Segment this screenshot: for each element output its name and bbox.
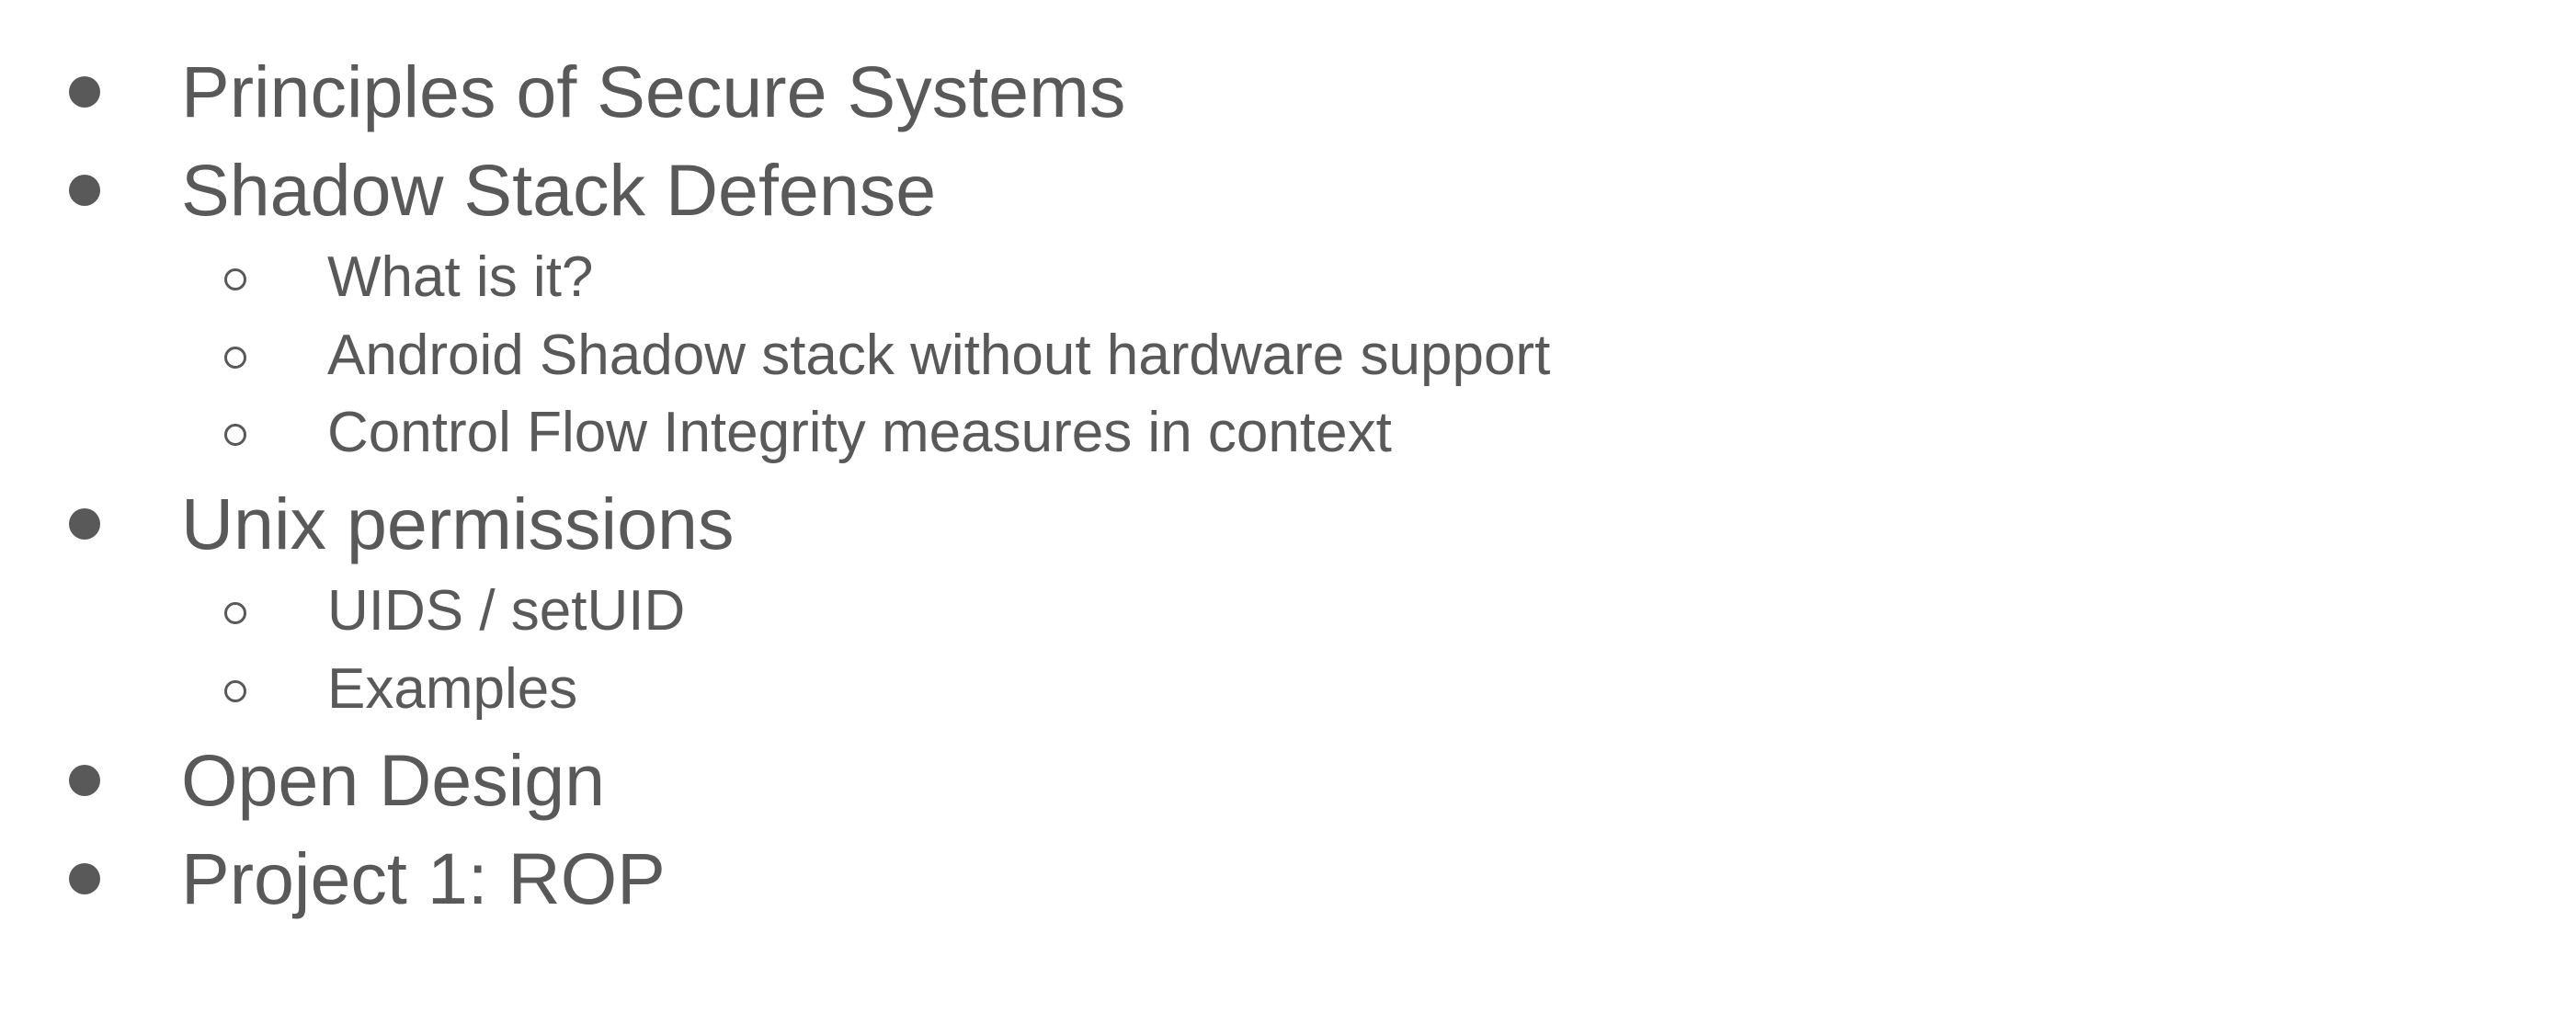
bullet-circle-icon [224,424,246,446]
bullet-text: Project 1: ROP [181,837,666,919]
bullet-dot-icon [69,508,100,540]
bullet-circle-icon [224,347,246,369]
sub-bullet-text: Control Flow Integrity measures in conte… [327,401,1392,464]
bullet-dot-icon [69,765,100,796]
sub-bullet-text: Android Shadow stack without hardware su… [327,324,1551,387]
bullet-circle-icon [224,602,246,624]
bullet-dot-icon [69,76,100,108]
sub-bullet-text: UIDS / setUID [327,579,686,643]
slide-bullet-list: Principles of Secure Systems Shadow Stac… [0,0,2576,1013]
bullet-text: Unix permissions [181,483,735,564]
bullet-dot-icon [69,175,100,206]
bullet-text: Open Design [181,739,606,821]
bullet-text: Principles of Secure Systems [181,51,1126,132]
bullet-circle-icon [224,680,246,702]
sub-bullet-text: Examples [327,657,578,721]
bullet-circle-icon [224,268,246,290]
bullet-dot-icon [69,863,100,894]
bullet-text: Shadow Stack Defense [181,149,937,231]
sub-bullet-text: What is it? [327,245,594,309]
